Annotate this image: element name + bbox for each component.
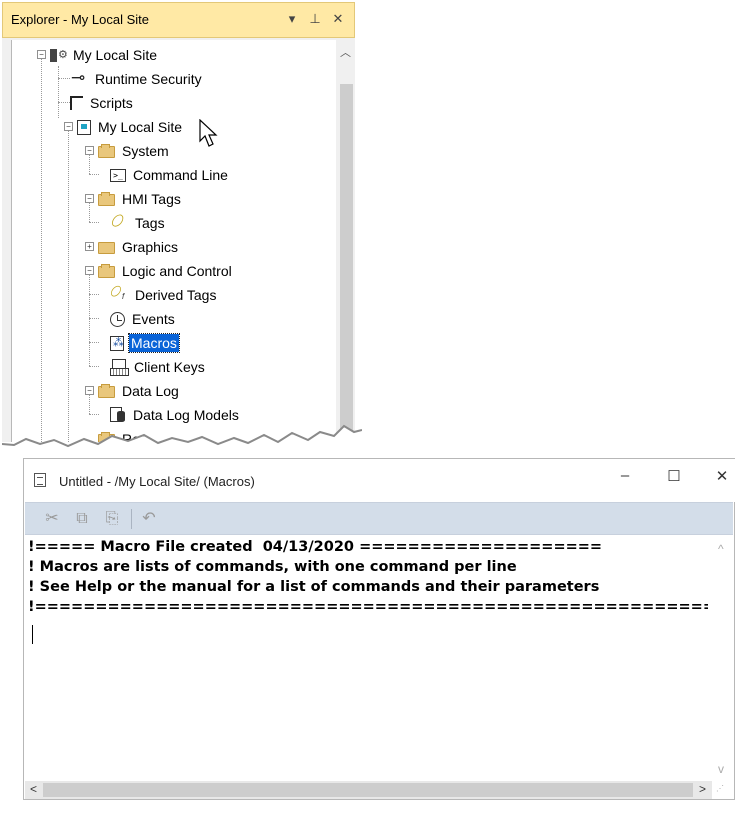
text-line: ! See Help or the manual for a list of c… xyxy=(28,579,600,595)
tree-item-logic-and-control[interactable]: Logic and Control xyxy=(98,259,234,283)
expand-toggle[interactable]: + xyxy=(85,242,94,251)
tree-item-macros[interactable]: Macros xyxy=(110,331,180,355)
scroll-down-icon[interactable]: v xyxy=(718,762,724,776)
tree-item-graphics[interactable]: Graphics xyxy=(98,235,180,259)
collapse-toggle[interactable]: − xyxy=(85,266,94,275)
cut-icon[interactable]: ✂ xyxy=(42,509,62,529)
mouse-cursor-icon xyxy=(199,119,218,147)
scrollbar-thumb[interactable] xyxy=(340,84,353,442)
tree-item-command-line[interactable]: >_ Command Line xyxy=(110,163,230,187)
keyboard-icon xyxy=(110,359,129,376)
editor-title: Untitled - /My Local Site/ (Macros) xyxy=(59,474,255,489)
tree-item-label: Macros xyxy=(128,333,180,353)
tree-item-runtime-security[interactable]: Runtime Security xyxy=(70,67,204,91)
folder-open-icon xyxy=(98,144,115,158)
editor-horizontal-scrollbar[interactable]: < > xyxy=(25,781,712,799)
macro-editor-window: Untitled - /My Local Site/ (Macros) – ☐ … xyxy=(23,458,735,800)
editor-toolbar: ✂ ⧉ ⎘ ↶ xyxy=(25,502,733,535)
paste-icon[interactable]: ⎘ xyxy=(102,509,122,529)
panel-close-icon[interactable]: ✕ xyxy=(330,11,346,27)
tree-item-label: HMI Tags xyxy=(122,191,181,207)
site-icon xyxy=(77,119,91,135)
tree-item-label: Events xyxy=(132,311,175,327)
derived-tag-icon xyxy=(110,287,128,303)
maximize-button[interactable]: ☐ xyxy=(664,467,684,485)
copy-icon[interactable]: ⧉ xyxy=(72,509,92,529)
tree-item-client-keys[interactable]: Client Keys xyxy=(110,355,207,379)
collapse-toggle[interactable]: − xyxy=(85,194,94,203)
tree-item-system[interactable]: System xyxy=(98,139,171,163)
resize-grip-icon[interactable]: ⋰ xyxy=(716,784,732,798)
tree-item-tags[interactable]: Tags xyxy=(110,211,167,235)
tree-item-data-log[interactable]: Data Log xyxy=(98,379,181,403)
torn-edge xyxy=(2,424,362,452)
explorer-title-bar[interactable]: Explorer - My Local Site ▾ ⊥ ✕ xyxy=(2,2,355,38)
tree-item-label: Command Line xyxy=(133,167,228,183)
scrollbar-thumb[interactable] xyxy=(43,783,693,797)
pin-icon[interactable]: ⊥ xyxy=(307,11,323,27)
panel-dropdown-icon[interactable]: ▾ xyxy=(284,11,300,27)
site-gear-icon xyxy=(50,48,68,63)
macro-icon xyxy=(110,335,124,351)
folder-open-icon xyxy=(98,384,115,398)
text-line: !===== Macro File created 04/13/2020 ===… xyxy=(28,539,603,555)
explorer-vertical-scrollbar[interactable]: ︿ xyxy=(336,40,355,442)
folder-open-icon xyxy=(98,264,115,278)
explorer-title: Explorer - My Local Site xyxy=(11,12,149,27)
scroll-up-icon[interactable]: ^ xyxy=(718,542,724,556)
tree-item-my-local-site[interactable]: My Local Site xyxy=(77,115,184,139)
text-line: ! Macros are lists of commands, with one… xyxy=(28,559,517,575)
clock-icon xyxy=(110,311,125,327)
tree-item-label: Logic and Control xyxy=(122,263,232,279)
tree-item-label: Runtime Security xyxy=(95,71,202,87)
tree-item-derived-tags[interactable]: Derived Tags xyxy=(110,283,218,307)
text-line: !=======================================… xyxy=(28,599,708,615)
tree-item-my-local-site-root[interactable]: My Local Site xyxy=(50,43,159,67)
folder-open-icon xyxy=(98,192,115,206)
editor-vertical-scrollbar[interactable]: ^ v xyxy=(712,536,733,784)
collapse-toggle[interactable]: − xyxy=(64,122,73,131)
document-icon xyxy=(34,473,46,487)
tree-item-scripts[interactable]: Scripts xyxy=(70,91,135,115)
toolbar-separator xyxy=(131,509,132,529)
tree-item-label: Scripts xyxy=(90,95,133,111)
macro-text-area[interactable]: !===== Macro File created 04/13/2020 ===… xyxy=(28,537,708,775)
collapse-toggle[interactable]: − xyxy=(85,146,94,155)
tree-item-label: My Local Site xyxy=(73,47,158,63)
tree-item-events[interactable]: Events xyxy=(110,307,177,331)
tree-item-label: Data Log xyxy=(122,383,179,399)
tree-item-label: Graphics xyxy=(122,239,179,255)
text-caret xyxy=(32,625,33,644)
editor-title-bar[interactable]: Untitled - /My Local Site/ (Macros) – ☐ … xyxy=(24,459,735,502)
minimize-button[interactable]: – xyxy=(615,467,635,484)
close-button[interactable]: ✕ xyxy=(712,467,732,485)
scroll-left-icon[interactable]: < xyxy=(30,782,37,796)
script-icon xyxy=(70,96,83,110)
tree-item-label: System xyxy=(122,143,169,159)
tree-item-hmi-tags[interactable]: HMI Tags xyxy=(98,187,183,211)
scroll-up-icon[interactable]: ︿ xyxy=(340,44,351,60)
tree-item-label: Derived Tags xyxy=(135,287,217,303)
tree-item-label: Tags xyxy=(135,215,165,231)
scroll-right-icon[interactable]: > xyxy=(699,782,706,796)
explorer-tree: − − − − + − − My Local Site Runtime Secu… xyxy=(11,40,355,442)
tag-icon xyxy=(110,215,128,231)
tree-item-label: Client Keys xyxy=(134,359,205,375)
command-line-icon: >_ xyxy=(110,168,126,182)
folder-icon xyxy=(98,242,115,254)
collapse-toggle[interactable]: − xyxy=(37,50,46,59)
tree-item-label: My Local Site xyxy=(98,119,183,135)
undo-icon[interactable]: ↶ xyxy=(139,509,159,529)
explorer-panel: Explorer - My Local Site ▾ ⊥ ✕ − − − − +… xyxy=(2,2,362,452)
collapse-toggle[interactable]: − xyxy=(85,386,94,395)
key-icon xyxy=(70,68,88,88)
